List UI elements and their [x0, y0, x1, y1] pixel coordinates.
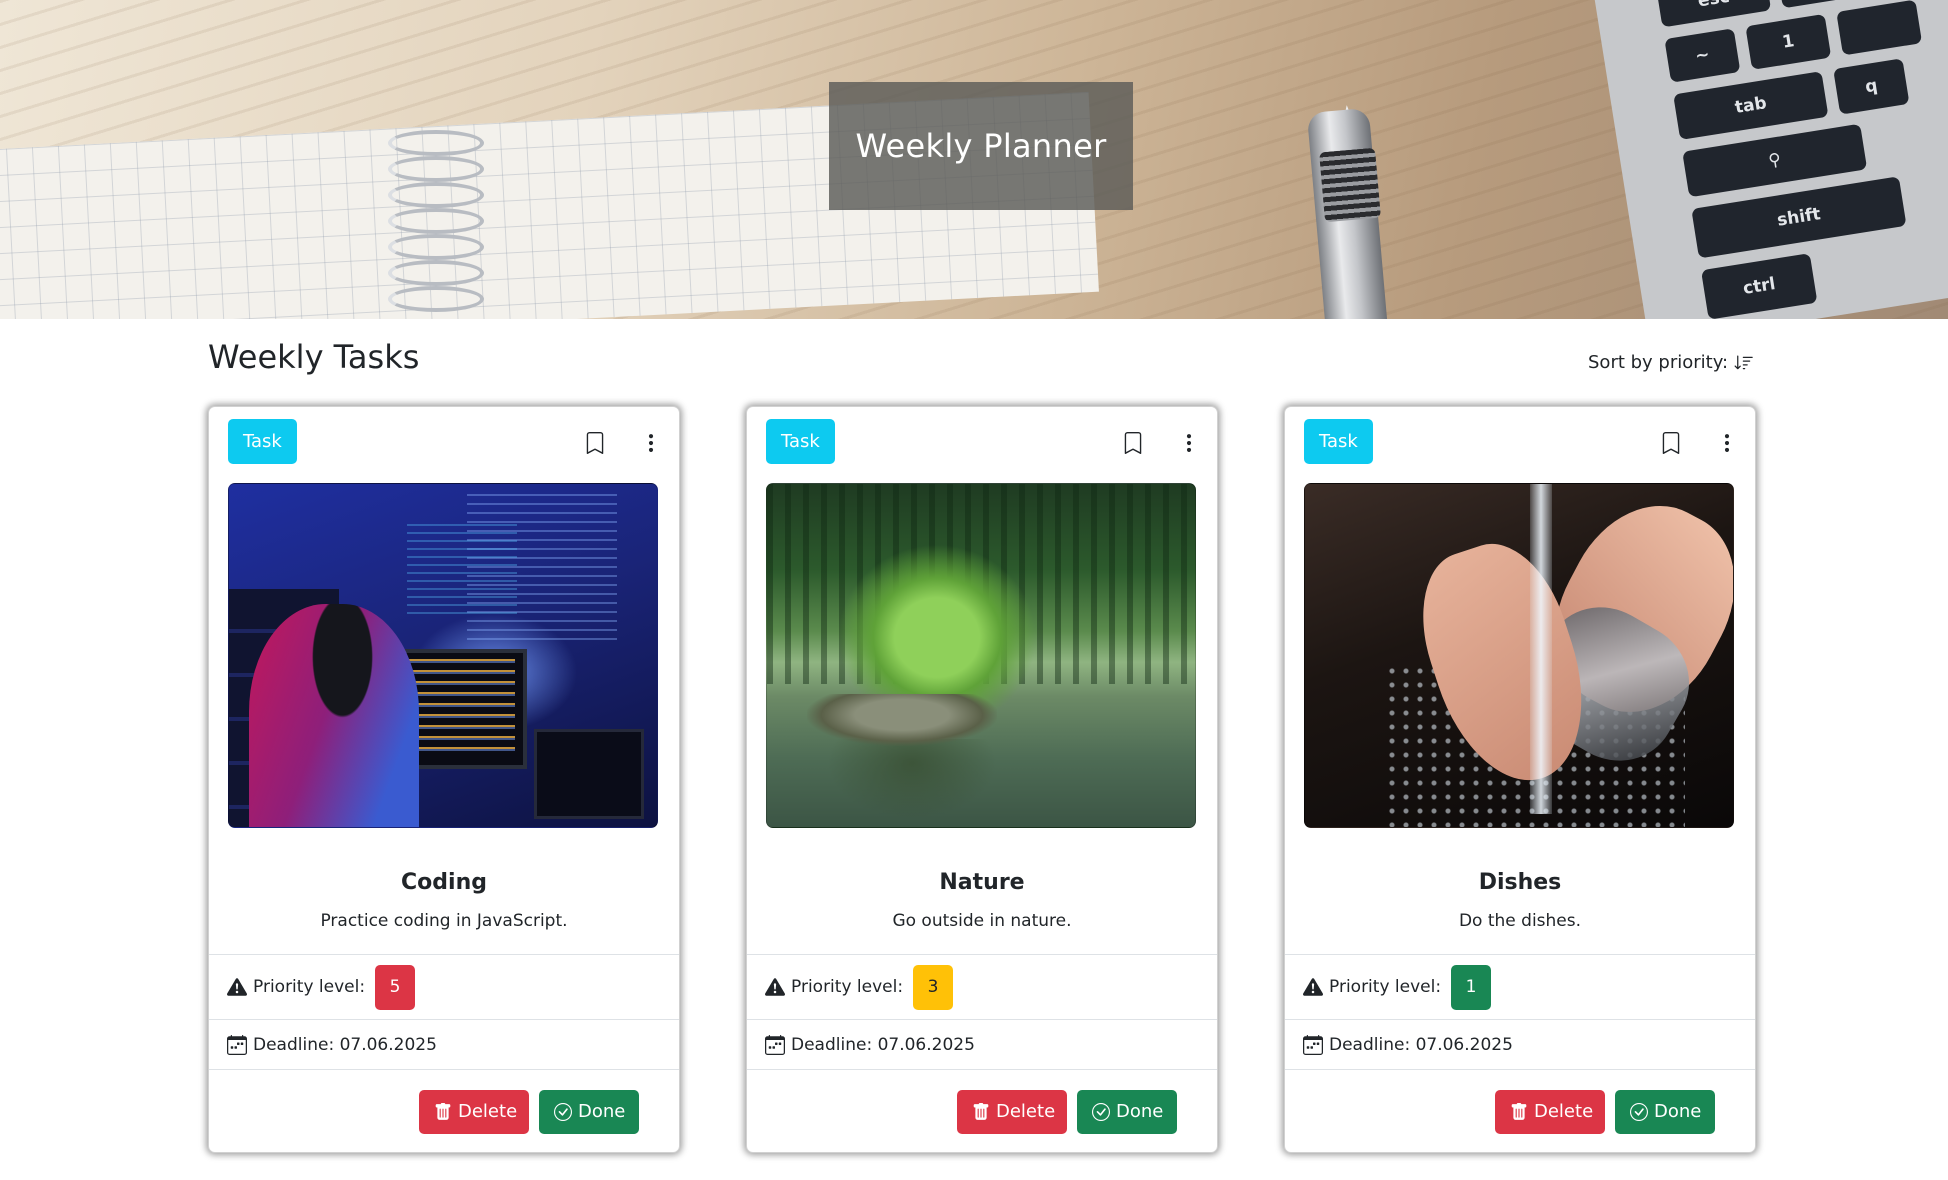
task-badge: Task	[766, 419, 835, 464]
done-label: Done	[1116, 1101, 1164, 1122]
hero-banner: esc ← ~ 1 tab q ⚲ shift ctrl Weekly Plan…	[0, 0, 1948, 319]
section-title: Weekly Tasks	[208, 338, 420, 376]
key-q: q	[1833, 58, 1910, 115]
more-options-icon[interactable]	[1713, 429, 1741, 457]
card-header: Task	[747, 407, 1217, 483]
delete-button[interactable]: Delete	[1495, 1089, 1605, 1134]
deadline-text: Deadline: 07.06.2025	[791, 1034, 975, 1055]
task-description: Go outside in nature.	[892, 911, 1072, 931]
delete-label: Delete	[1534, 1101, 1594, 1122]
bookmark-icon[interactable]	[1119, 429, 1147, 457]
done-button[interactable]: Done	[539, 1089, 639, 1134]
priority-badge[interactable]: 3	[913, 964, 954, 1010]
key-tilde: ~	[1664, 28, 1741, 83]
task-badge: Task	[1304, 419, 1373, 464]
done-label: Done	[1654, 1101, 1702, 1122]
trash-icon	[435, 1102, 451, 1120]
task-image	[1304, 483, 1734, 828]
card-actions: Delete Done	[1285, 1069, 1755, 1153]
priority-badge[interactable]: 1	[1451, 964, 1492, 1010]
key-tab: tab	[1673, 71, 1829, 141]
deadline-text: Deadline: 07.06.2025	[253, 1034, 437, 1055]
card-actions: Delete Done	[747, 1069, 1217, 1153]
deadline-text: Deadline: 07.06.2025	[1329, 1034, 1513, 1055]
notebook-spiral	[388, 130, 484, 319]
priority-label: Priority level:	[791, 977, 904, 997]
key-one: 1	[1745, 13, 1832, 70]
done-label: Done	[578, 1101, 626, 1122]
key-two	[1836, 0, 1923, 56]
task-title: Nature	[939, 870, 1025, 895]
task-description: Do the dishes.	[1458, 911, 1582, 931]
warning-icon	[1303, 978, 1323, 996]
card-header: Task	[209, 407, 679, 483]
trash-icon	[973, 1102, 989, 1120]
deadline-row: Deadline: 07.06.2025	[747, 1019, 1217, 1069]
hero-title-box: Weekly Planner	[829, 82, 1133, 210]
more-options-icon[interactable]	[637, 429, 665, 457]
more-options-icon[interactable]	[1175, 429, 1203, 457]
task-image	[228, 483, 658, 828]
task-title: Coding	[401, 870, 487, 895]
priority-label: Priority level:	[1329, 977, 1442, 997]
calendar-icon	[1303, 1034, 1323, 1055]
sort-by-priority-button[interactable]: Sort by priority:	[1588, 352, 1754, 373]
delete-button[interactable]: Delete	[419, 1089, 529, 1134]
card-header: Task	[1285, 407, 1755, 483]
sort-down-icon	[1734, 355, 1753, 369]
task-badge: Task	[228, 419, 297, 464]
delete-label: Delete	[996, 1101, 1056, 1122]
calendar-icon	[765, 1034, 785, 1055]
warning-icon	[765, 978, 785, 996]
priority-badge[interactable]: 5	[375, 964, 416, 1010]
done-button[interactable]: Done	[1077, 1089, 1177, 1134]
check-circle-icon	[1630, 1102, 1648, 1121]
bookmark-icon[interactable]	[581, 429, 609, 457]
warning-icon	[227, 978, 247, 996]
bookmark-icon[interactable]	[1657, 429, 1685, 457]
task-card: Task Coding Practice coding in JavaScrip…	[208, 406, 680, 1153]
sort-label: Sort by priority:	[1588, 352, 1729, 373]
priority-row: Priority level: 3	[747, 954, 1217, 1019]
done-button[interactable]: Done	[1615, 1089, 1715, 1134]
delete-label: Delete	[458, 1101, 518, 1122]
calendar-icon	[227, 1034, 247, 1055]
task-image	[766, 483, 1196, 828]
page-title: Weekly Planner	[855, 127, 1107, 165]
check-circle-icon	[554, 1102, 572, 1121]
deadline-row: Deadline: 07.06.2025	[209, 1019, 679, 1069]
task-card: Task Nature Go outside in nature. Priori…	[746, 406, 1218, 1153]
card-actions: Delete Done	[209, 1069, 679, 1153]
priority-row: Priority level: 1	[1285, 954, 1755, 1019]
delete-button[interactable]: Delete	[957, 1089, 1067, 1134]
trash-icon	[1511, 1102, 1527, 1120]
task-description: Practice coding in JavaScript.	[320, 911, 568, 931]
check-circle-icon	[1092, 1102, 1110, 1121]
pen-grip	[1319, 147, 1381, 223]
task-card: Task Dishes Do the dishes. Priority leve…	[1284, 406, 1756, 1153]
priority-label: Priority level:	[253, 977, 366, 997]
priority-row: Priority level: 5	[209, 954, 679, 1019]
key-ctrl: ctrl	[1700, 253, 1818, 319]
deadline-row: Deadline: 07.06.2025	[1285, 1019, 1755, 1069]
task-title: Dishes	[1478, 870, 1562, 895]
key-esc: esc	[1656, 0, 1772, 28]
